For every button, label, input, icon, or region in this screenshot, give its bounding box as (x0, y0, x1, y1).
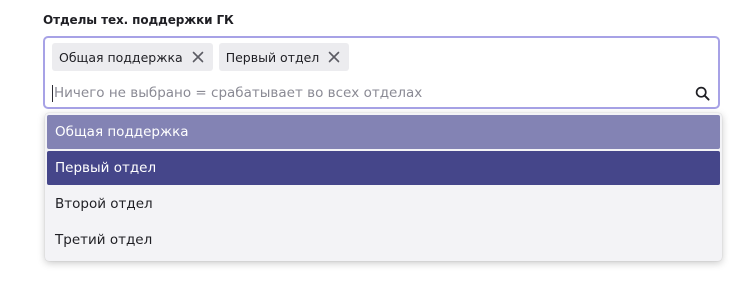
options-dropdown: Общая поддержка Первый отдел Второй отде… (45, 113, 722, 261)
chip-label: Общая поддержка (59, 49, 183, 65)
option-second-department[interactable]: Второй отдел (47, 187, 720, 221)
option-label: Третий отдел (55, 232, 153, 248)
search-icon[interactable] (694, 85, 710, 101)
close-icon[interactable] (191, 50, 205, 64)
option-label: Общая поддержка (55, 124, 189, 140)
option-label: Первый отдел (55, 160, 157, 176)
option-third-department[interactable]: Третий отдел (47, 223, 720, 257)
chip-label: Первый отдел (225, 49, 320, 65)
text-caret (52, 84, 53, 102)
selected-chips: Общая поддержка Первый отдел (52, 43, 350, 71)
chip-first-department: Первый отдел (218, 43, 350, 71)
option-first-department[interactable]: Первый отдел (47, 151, 720, 185)
chip-general-support: Общая поддержка (52, 43, 213, 71)
option-label: Второй отдел (55, 196, 153, 212)
search-input[interactable] (54, 82, 694, 104)
search-row (52, 82, 710, 104)
multi-select-field[interactable]: Общая поддержка Первый отдел (43, 36, 720, 109)
field-label: Отделы тех. поддержки ГК (43, 13, 234, 27)
close-icon[interactable] (327, 50, 341, 64)
option-general-support[interactable]: Общая поддержка (47, 115, 720, 149)
